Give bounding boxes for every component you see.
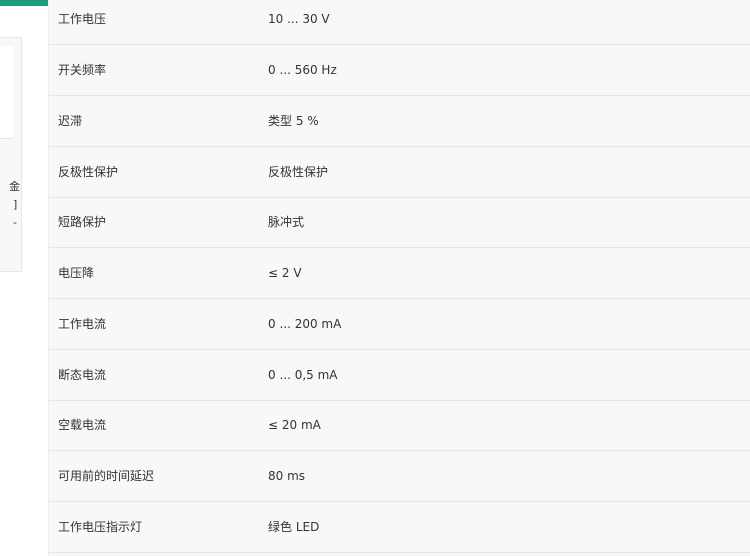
- spec-row: 电压降 ≤ 2 V: [49, 248, 750, 299]
- side-panel-card: [0, 46, 13, 139]
- spec-row: 工作电流 0 ... 200 mA: [49, 299, 750, 350]
- side-panel-text-fragment: ]: [13, 198, 18, 211]
- spec-value: 反极性保护: [268, 165, 329, 179]
- spec-row: 短路保护 脉冲式: [49, 197, 750, 248]
- spec-row: 工作电压指示灯 绿色 LED: [49, 502, 750, 553]
- spec-row: 工作电压 10 ... 30 V: [49, 0, 750, 45]
- side-info-panel: 金 ] -: [0, 37, 22, 272]
- spec-row: 迟滞 类型 5 %: [49, 96, 750, 147]
- spec-row: 开关频率 0 ... 560 Hz: [49, 45, 750, 96]
- side-panel-text-fragment: 金: [9, 180, 20, 193]
- spec-label: 短路保护: [58, 215, 107, 229]
- spec-label: 电压降: [58, 266, 95, 280]
- spec-table: 工作电压 10 ... 30 V 开关频率 0 ... 560 Hz 迟滞 类型…: [48, 0, 750, 556]
- spec-value: 类型 5 %: [268, 114, 319, 128]
- spec-label: 可用前的时间延迟: [58, 469, 155, 483]
- spec-label: 工作电流: [58, 317, 107, 331]
- spec-row: 可用前的时间延迟 80 ms: [49, 451, 750, 502]
- spec-value: 绿色 LED: [268, 520, 320, 534]
- spec-label: 反极性保护: [58, 165, 119, 179]
- spec-label: 断态电流: [58, 368, 107, 382]
- spec-label: 迟滞: [58, 114, 83, 128]
- spec-value: 0 ... 200 mA: [268, 317, 342, 331]
- spec-row: 反极性保护 反极性保护: [49, 147, 750, 198]
- spec-value: 0 ... 560 Hz: [268, 63, 337, 77]
- spec-value: ≤ 20 mA: [268, 418, 321, 432]
- spec-value: ≤ 2 V: [268, 266, 302, 280]
- spec-label: 开关频率: [58, 63, 107, 77]
- spec-value: 80 ms: [268, 469, 306, 483]
- spec-value: 脉冲式: [268, 215, 305, 229]
- spec-label: 工作电压: [58, 12, 107, 26]
- spec-value: 10 ... 30 V: [268, 12, 330, 26]
- spec-row: 断态电流 0 ... 0,5 mA: [49, 350, 750, 401]
- spec-value: 0 ... 0,5 mA: [268, 368, 338, 382]
- spec-row: 空载电流 ≤ 20 mA: [49, 400, 750, 451]
- side-panel-text-fragment: -: [13, 216, 17, 229]
- spec-label: 工作电压指示灯: [58, 520, 143, 534]
- spec-label: 空载电流: [58, 418, 107, 432]
